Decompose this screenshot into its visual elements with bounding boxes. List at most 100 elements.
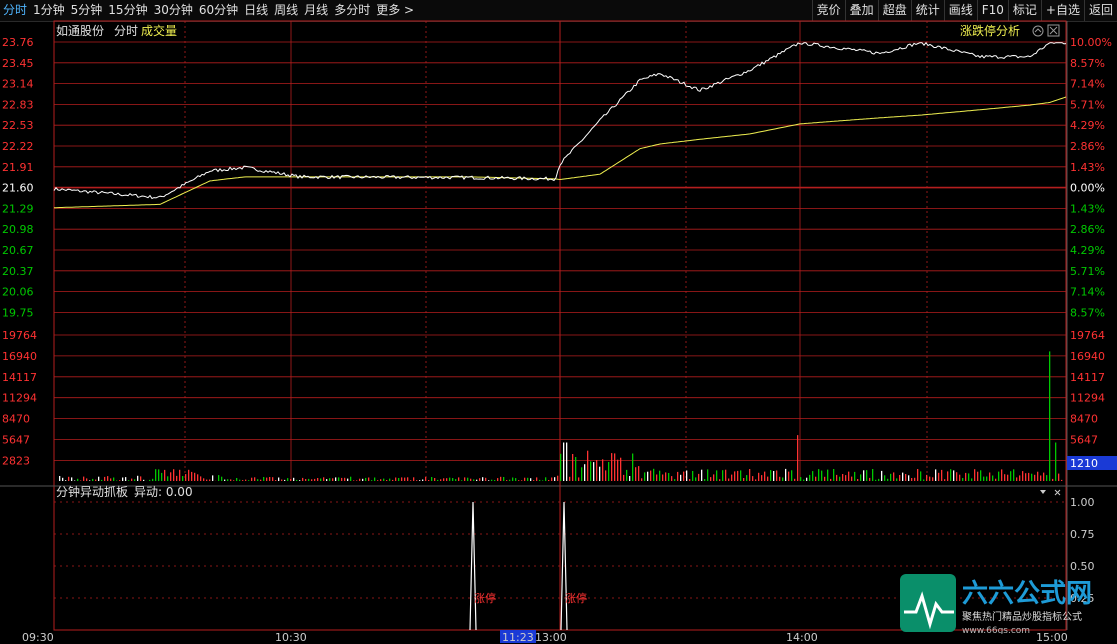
pct-tick-12: 7.14% [1070,286,1105,299]
volume-bar [440,479,442,481]
volume-bar [770,470,772,481]
volume-bar [89,480,91,481]
vol-tick-left-5647: 5647 [2,434,30,447]
volume-bar [587,450,589,481]
volume-bar [374,477,376,481]
vol-tick-right-8470: 8470 [1070,413,1098,426]
volume-bar [206,479,208,481]
volume-bar [161,472,163,481]
volume-bar [170,472,172,481]
volume-bar [851,476,853,481]
volume-bar [227,479,229,481]
volume-bar [773,471,775,481]
volume-bar [875,479,877,481]
volume-bar [707,469,709,481]
volume-bar [911,478,913,481]
volume-bar [350,476,352,481]
volume-bar [467,477,469,481]
price-tick-20-67: 20.67 [2,244,34,257]
volume-bar [1058,473,1060,481]
volume-bar [833,469,835,481]
volume-bar [530,478,532,481]
volume-bar [92,478,94,481]
volume-bar [68,476,70,481]
volume-bar [953,470,955,481]
volume-bar [344,477,346,481]
volume-bar [137,475,139,481]
volume-bar [263,477,265,481]
volume-bar [887,478,889,481]
pct-tick-5: 2.86% [1070,140,1105,153]
brand-logo: 六六公式网 聚焦热门精品炒股指标公式 www.66gs.com [900,574,1114,636]
volume-bar [80,480,82,481]
pct-tick-11: 5.71% [1070,265,1105,278]
volume-bar [197,474,199,481]
anomaly-tick-0-50: 0.50 [1070,560,1095,573]
dropdown-icon[interactable] [1040,490,1046,494]
volume-bar [182,476,184,481]
volume-bar [743,478,745,481]
volume-bar [665,472,667,481]
price-tick-20-06: 20.06 [2,286,34,299]
volume-bar [59,476,61,481]
chart-mode-label[interactable]: 分时 [114,24,138,38]
volume-bar [527,477,529,481]
volume-bar [590,461,592,481]
volume-bar [365,477,367,481]
volume-bar [449,477,451,481]
volume-bars [59,351,1063,481]
volume-bar [803,479,805,481]
volume-bar [656,474,658,481]
volume-bar [308,478,310,481]
volume-bar [404,477,406,481]
volume-bar [881,470,883,481]
volume-bar [1034,474,1036,481]
volume-bar [416,480,418,481]
volume-bar [779,476,781,481]
volume-bar [878,478,880,481]
close-icon[interactable] [1047,24,1060,37]
volume-bar [923,479,925,481]
volume-bar [1061,479,1063,481]
panel-close-icon[interactable] [1054,489,1061,496]
volume-bar [653,468,655,481]
volume-bar [413,477,415,481]
volume-bar [737,470,739,481]
vol-tick-left-16940: 16940 [2,350,37,363]
volume-bar [578,477,580,481]
volume-bar [902,472,904,481]
collapse-icon[interactable] [1032,25,1044,37]
volume-bar [275,480,277,481]
volume-bar [971,478,973,481]
limit-up-label-0: 涨停 [474,591,496,605]
anomaly-value: 异动: 0.00 [134,485,193,499]
volume-bar [155,469,157,481]
volume-bar [131,478,133,481]
volume-bar [203,478,205,481]
volume-bar [515,478,517,481]
volume-bar [458,477,460,481]
volume-bar [1010,471,1012,481]
limit-analysis-button[interactable]: 涨跌停分析 [960,23,1020,38]
volume-bar [518,480,520,481]
volume-bar [503,477,505,481]
volume-bar [86,478,88,481]
volume-bar [671,476,673,481]
price-tick-21-91: 21.91 [2,161,34,174]
volume-bar [152,478,154,481]
volume-bar [509,479,511,481]
time-tick-11-23: 11:23 [502,631,534,644]
pct-tick-6: 1.43% [1070,161,1105,174]
anomaly-tick-0-75: 0.75 [1070,528,1095,541]
volume-bar [698,473,700,481]
volume-bar [1043,472,1045,481]
volume-bar [179,469,181,481]
volume-bar [116,480,118,481]
volume-bar [938,472,940,481]
volume-bar [242,480,244,481]
volume-bar [194,472,196,481]
volume-bar [83,476,85,481]
vol-tick-left-19764: 19764 [2,329,37,342]
indicator-label[interactable]: 成交量 [141,23,177,38]
volume-bar [563,442,565,481]
